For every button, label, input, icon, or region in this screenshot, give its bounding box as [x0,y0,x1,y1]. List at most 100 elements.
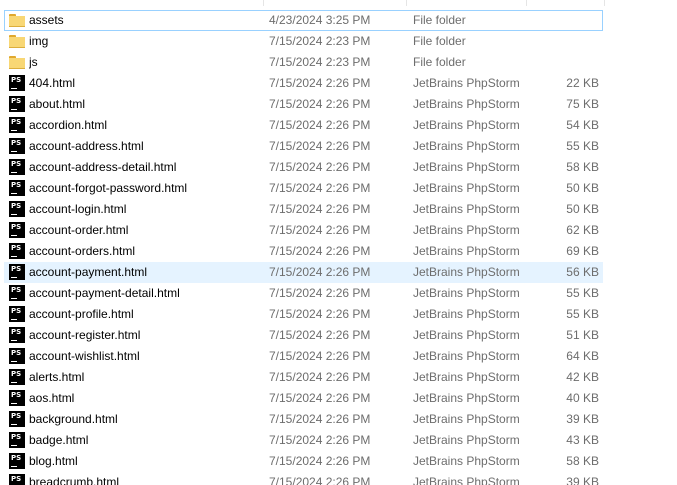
file-name: breadcrumb.html [29,475,120,485]
file-row[interactable]: PS account-order.html 7/15/2024 2:26 PM Jet… [0,220,677,241]
file-size: 58 KB [566,454,599,468]
phpstorm-icon: PS [9,474,25,485]
file-type: File folder [413,55,466,69]
file-size: 39 KB [566,412,599,426]
file-name: account-wishlist.html [29,349,140,363]
phpstorm-icon: PS [9,96,25,112]
phpstorm-icon: PS [9,222,25,238]
file-size: 62 KB [566,223,599,237]
file-row[interactable]: PS account-register.html 7/15/2024 2:26 PM… [0,325,677,346]
file-type: File folder [413,13,466,27]
file-type: JetBrains PhpStorm [413,454,520,468]
file-name: aos.html [29,391,75,405]
date-modified: 7/15/2024 2:26 PM [269,475,371,485]
file-row[interactable]: PS account-profile.html 7/15/2024 2:26 PM J… [0,304,677,325]
column-divider[interactable] [263,0,264,6]
file-row[interactable]: PS account-wishlist.html 7/15/2024 2:26 PM… [0,346,677,367]
file-name: accordion.html [29,118,108,132]
phpstorm-icon: PS [9,453,25,469]
folder-row[interactable]: img 7/15/2024 2:23 PM File folder [0,31,677,52]
file-name: account-address.html [29,139,144,153]
file-row[interactable]: PS 404.html 7/15/2024 2:26 PM JetBrains Php… [0,73,677,94]
file-size: 56 KB [566,265,599,279]
file-name: account-login.html [29,202,127,216]
phpstorm-icon: PS [9,348,25,364]
file-type: JetBrains PhpStorm [413,202,520,216]
phpstorm-icon: PS [9,369,25,385]
file-size: 39 KB [566,475,599,485]
date-modified: 7/15/2024 2:26 PM [269,391,371,405]
file-size: 43 KB [566,433,599,447]
file-size: 50 KB [566,181,599,195]
file-row[interactable]: PS account-address.html 7/15/2024 2:26 PM J… [0,136,677,157]
file-size: 55 KB [566,139,599,153]
file-row[interactable]: PS aos.html 7/15/2024 2:26 PM JetBrains Php… [0,388,677,409]
file-row[interactable]: PS account-payment.html 7/15/2024 2:26 PM J… [0,262,677,283]
file-row[interactable]: PS account-orders.html 7/15/2024 2:26 PM Je… [0,241,677,262]
file-list: assets 4/23/2024 3:25 PM File folder img 7/1… [0,10,677,485]
file-name: 404.html [29,76,76,90]
file-size: 50 KB [566,202,599,216]
file-name: img [29,34,49,48]
folder-row[interactable]: js 7/15/2024 2:23 PM File folder [0,52,677,73]
file-name: account-profile.html [29,307,134,321]
file-size: 22 KB [566,76,599,90]
date-modified: 7/15/2024 2:23 PM [269,34,371,48]
file-type: JetBrains PhpStorm [413,433,520,447]
phpstorm-icon: PS [9,390,25,406]
phpstorm-icon: PS [9,264,25,280]
date-modified: 7/15/2024 2:26 PM [269,265,371,279]
file-name: about.html [29,97,86,111]
date-modified: 7/15/2024 2:26 PM [269,97,371,111]
date-modified: 7/15/2024 2:26 PM [269,433,371,447]
date-modified: 7/15/2024 2:26 PM [269,454,371,468]
file-row[interactable]: PS blog.html 7/15/2024 2:26 PM JetBrains Ph… [0,451,677,472]
file-row[interactable]: PS account-payment-detail.html 7/15/2024 2… [0,283,677,304]
column-divider[interactable] [406,0,407,6]
file-size: 75 KB [566,97,599,111]
file-name: account-register.html [29,328,141,342]
column-divider[interactable] [526,0,527,6]
file-name: assets [29,13,64,27]
folder-icon [9,56,25,70]
file-type: JetBrains PhpStorm [413,97,520,111]
folder-icon [9,14,25,28]
file-row[interactable]: PS accordion.html 7/15/2024 2:26 PM JetBrai… [0,115,677,136]
file-name: badge.html [29,433,89,447]
file-row[interactable]: PS badge.html 7/15/2024 2:26 PM JetBrains P… [0,430,677,451]
file-row[interactable]: PS account-forgot-password.html 7/15/2024 … [0,178,677,199]
file-type: JetBrains PhpStorm [413,349,520,363]
file-row[interactable]: PS alerts.html 7/15/2024 2:26 PM JetBrains … [0,367,677,388]
phpstorm-icon: PS [9,75,25,91]
date-modified: 7/15/2024 2:26 PM [269,181,371,195]
file-type: JetBrains PhpStorm [413,160,520,174]
date-modified: 7/15/2024 2:26 PM [269,286,371,300]
file-size: 64 KB [566,349,599,363]
file-size: 51 KB [566,328,599,342]
date-modified: 7/15/2024 2:26 PM [269,328,371,342]
phpstorm-icon: PS [9,432,25,448]
file-row[interactable]: PS background.html 7/15/2024 2:26 PM JetBra… [0,409,677,430]
date-modified: 7/15/2024 2:26 PM [269,118,371,132]
file-type: JetBrains PhpStorm [413,223,520,237]
file-type: JetBrains PhpStorm [413,307,520,321]
file-name: js [29,55,38,69]
file-size: 69 KB [566,244,599,258]
file-row[interactable]: PS breadcrumb.html 7/15/2024 2:26 PM JetBra… [0,472,677,485]
file-row[interactable]: PS account-address-detail.html 7/15/2024 2… [0,157,677,178]
file-type: JetBrains PhpStorm [413,412,520,426]
file-row[interactable]: PS account-login.html 7/15/2024 2:26 PM Jet… [0,199,677,220]
column-divider[interactable] [604,0,605,6]
phpstorm-icon: PS [9,201,25,217]
date-modified: 7/15/2024 2:26 PM [269,139,371,153]
file-row[interactable]: PS about.html 7/15/2024 2:26 PM JetBrains P… [0,94,677,115]
folder-row[interactable]: assets 4/23/2024 3:25 PM File folder [0,10,677,31]
phpstorm-icon: PS [9,327,25,343]
file-name: alerts.html [29,370,85,384]
file-type: JetBrains PhpStorm [413,139,520,153]
file-type: JetBrains PhpStorm [413,370,520,384]
phpstorm-icon: PS [9,117,25,133]
date-modified: 7/15/2024 2:26 PM [269,349,371,363]
file-name: account-payment-detail.html [29,286,180,300]
folder-icon [9,35,25,49]
